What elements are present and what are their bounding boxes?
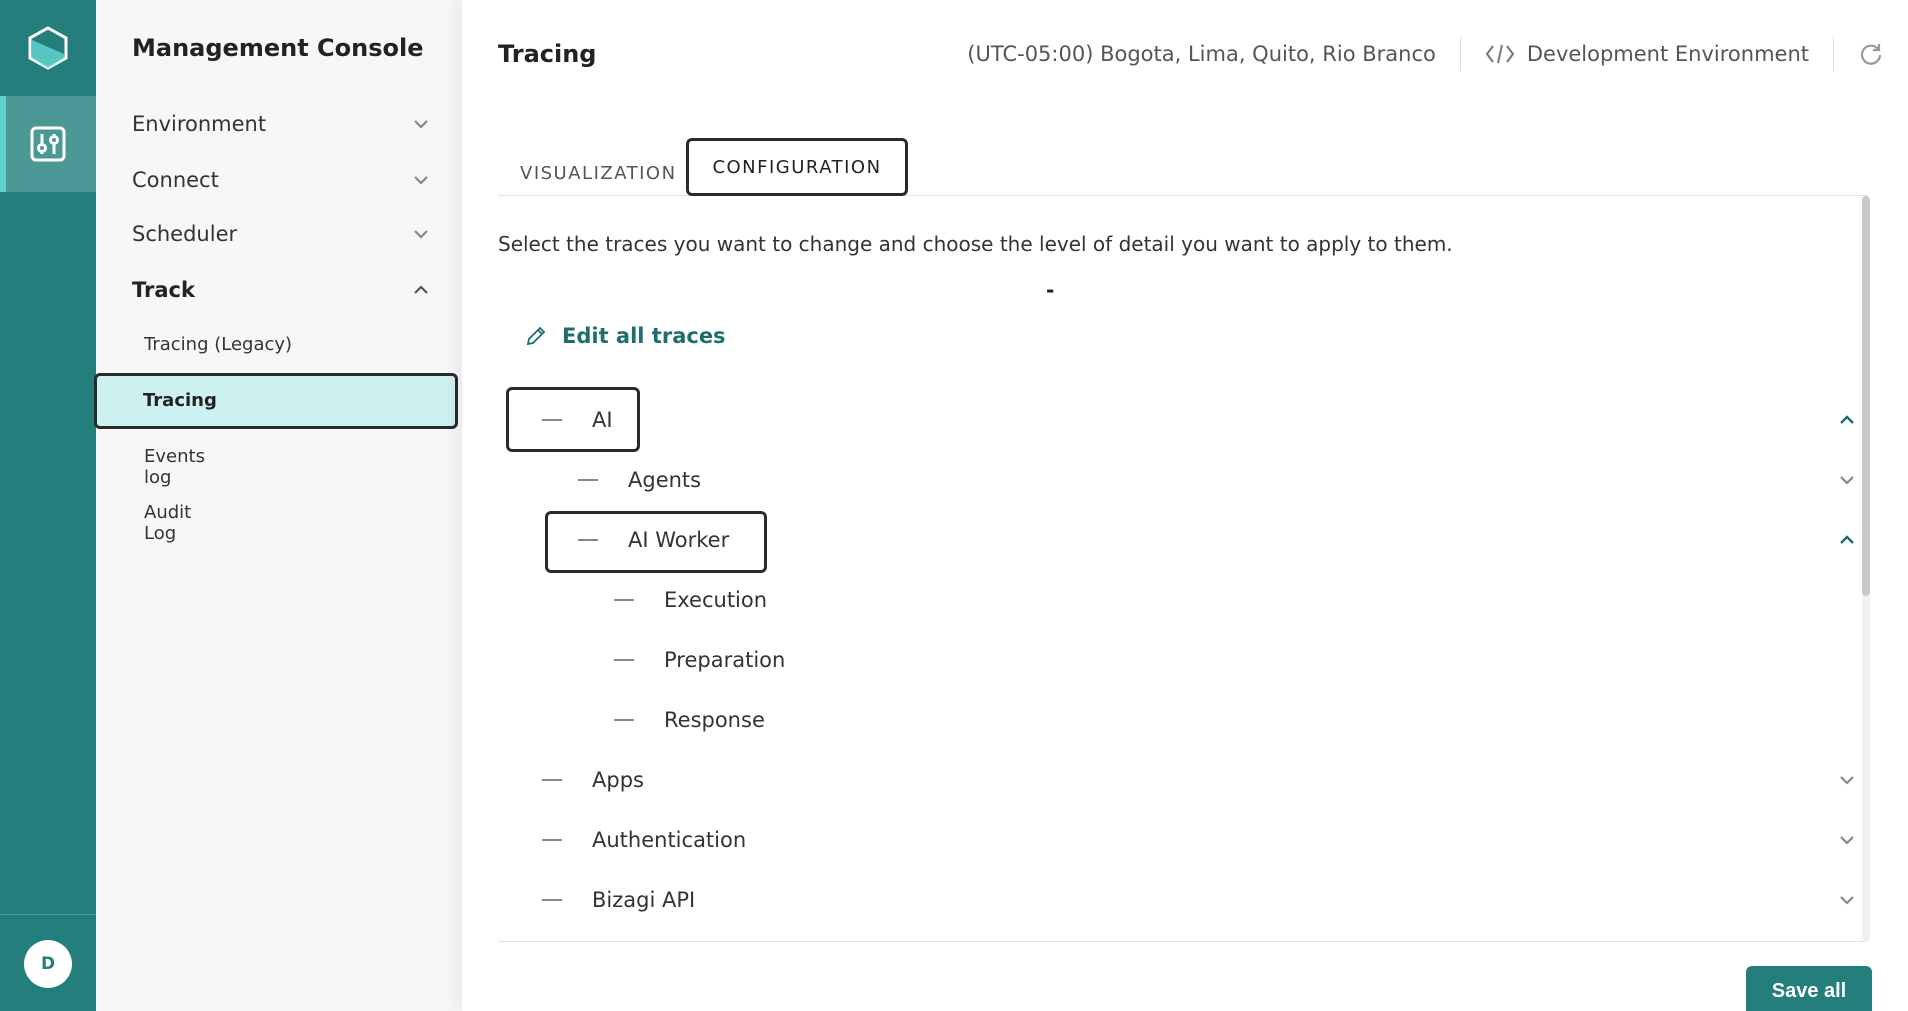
chevron-up-icon: [414, 285, 428, 294]
minus-icon: [542, 419, 562, 421]
chevron-up-icon[interactable]: [1836, 529, 1858, 551]
chevron-down-icon: [414, 176, 428, 185]
minus-icon: [614, 659, 634, 661]
sidebar-subitem-events-log[interactable]: Events log: [144, 446, 205, 488]
chevron-down-icon[interactable]: [1836, 769, 1858, 791]
code-icon: [1485, 44, 1515, 64]
chevron-down-icon: [414, 120, 428, 129]
scrollbar-thumb[interactable]: [1862, 196, 1870, 596]
chevron-down-icon[interactable]: [1836, 889, 1858, 911]
chevron-down-icon[interactable]: [1836, 829, 1858, 851]
environment-label: Development Environment: [1526, 42, 1809, 66]
sidebar-subitem-tracing-legacy[interactable]: Tracing (Legacy): [144, 334, 292, 355]
minus-icon: [578, 479, 598, 481]
edit-all-traces-link[interactable]: Edit all traces: [524, 324, 726, 348]
chevron-down-icon[interactable]: [1836, 469, 1858, 491]
pencil-icon: [526, 326, 546, 346]
chevron-up-icon[interactable]: [1836, 409, 1858, 431]
app-rail: D: [0, 0, 96, 1011]
page-title: Tracing: [498, 40, 597, 68]
refresh-icon[interactable]: [1858, 41, 1884, 67]
sidebar-item-connect[interactable]: Connect: [132, 160, 432, 200]
sidebar-subitem-audit-log[interactable]: Audit Log: [144, 502, 191, 544]
tree-node-preparation[interactable]: Preparation: [614, 640, 785, 680]
tree-node-authentication[interactable]: Authentication: [542, 820, 746, 860]
environment-indicator: Development Environment: [1485, 42, 1809, 66]
sidebar-item-scheduler[interactable]: Scheduler: [132, 214, 432, 254]
app-logo-icon[interactable]: [24, 24, 72, 72]
sidebar-title: Management Console: [132, 34, 424, 62]
save-all-button[interactable]: Save all: [1746, 966, 1872, 1011]
timezone-label: (UTC-05:00) Bogota, Lima, Quito, Rio Bra…: [967, 42, 1436, 66]
tree-node-ai[interactable]: AI: [542, 400, 613, 440]
sidebar-item-track[interactable]: Track: [132, 270, 432, 310]
main-panel: Tracing (UTC-05:00) Bogota, Lima, Quito,…: [462, 0, 1908, 1011]
instructions-text: Select the traces you want to change and…: [498, 232, 1453, 256]
tab-bar: VISUALIZATION CONFIGURATION: [498, 138, 1868, 196]
tree-node-execution[interactable]: Execution: [614, 580, 767, 620]
minus-icon: [542, 779, 562, 781]
tab-configuration[interactable]: CONFIGURATION: [686, 138, 908, 196]
sidebar-subitem-tracing[interactable]: Tracing: [94, 373, 458, 429]
minus-icon: [542, 839, 562, 841]
header-info: (UTC-05:00) Bogota, Lima, Quito, Rio Bra…: [967, 36, 1884, 72]
sidebar-item-environment[interactable]: Environment: [132, 104, 432, 144]
dash-text: -: [1046, 278, 1055, 302]
content-scrollbar[interactable]: [1862, 196, 1870, 942]
tree-node-agents[interactable]: Agents: [578, 460, 701, 500]
minus-icon: [542, 899, 562, 901]
user-avatar[interactable]: D: [24, 940, 72, 988]
tree-node-bizagi-api[interactable]: Bizagi API: [542, 880, 695, 920]
rail-item-management-icon[interactable]: [0, 96, 96, 192]
tree-node-apps[interactable]: Apps: [542, 760, 644, 800]
sliders-icon: [30, 126, 66, 162]
tree-node-ai-worker[interactable]: AI Worker: [578, 520, 729, 560]
minus-icon: [578, 539, 598, 541]
configuration-content: Select the traces you want to change and…: [498, 196, 1868, 942]
tree-node-response[interactable]: Response: [614, 700, 765, 740]
chevron-down-icon: [414, 230, 428, 239]
minus-icon: [614, 719, 634, 721]
tab-visualization[interactable]: VISUALIZATION: [520, 144, 677, 202]
minus-icon: [614, 599, 634, 601]
